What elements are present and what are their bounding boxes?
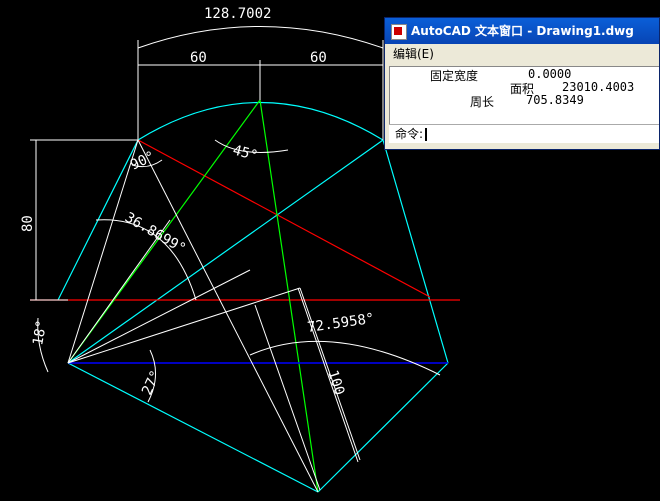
dim-height: 80: [20, 215, 36, 232]
history-value-perimeter: 705.8349: [526, 93, 584, 107]
history-label-perimeter: 周长: [470, 95, 495, 109]
history-value-width: 0.0000: [528, 67, 572, 81]
command-prompt: 命令:: [395, 127, 424, 141]
lower-left-edge: [67, 362, 319, 493]
history-label-width: 固定宽度: [430, 69, 479, 83]
autocad-app-icon: [391, 24, 407, 40]
dim-arc-length: 128.7002: [204, 6, 271, 22]
history-value-area: 23010.4003: [562, 80, 635, 94]
right-edge: [382, 139, 449, 364]
text-window-menubar: 编辑(E): [385, 44, 659, 64]
text-window-titlebar[interactable]: AutoCAD 文本窗口 - Drawing1.dwg: [385, 18, 659, 44]
top-arc: [137, 102, 384, 141]
dim-length-100: 100: [324, 368, 347, 397]
dim-angle-18: 18°: [30, 319, 50, 347]
dim-left-width: 60: [190, 50, 207, 66]
green-line-2: [259, 99, 319, 493]
dim-angle-36: 36.8699°: [122, 210, 188, 258]
text-cursor: [425, 128, 428, 141]
dim-angle-27: 27°: [139, 368, 164, 398]
autocad-text-window[interactable]: AutoCAD 文本窗口 - Drawing1.dwg 编辑(E) 固定宽度 0…: [384, 17, 660, 150]
dim-angle-72: 72.5958°: [306, 311, 375, 336]
menu-edit[interactable]: 编辑(E): [393, 47, 434, 61]
command-line[interactable]: 命令:: [389, 124, 659, 143]
dim-angle-45: 45°: [231, 142, 260, 164]
red-line: [137, 139, 431, 298]
dim-right-width: 60: [310, 50, 327, 66]
construction-lines: [30, 40, 384, 493]
text-window-title: AutoCAD 文本窗口 - Drawing1.dwg: [411, 24, 634, 38]
